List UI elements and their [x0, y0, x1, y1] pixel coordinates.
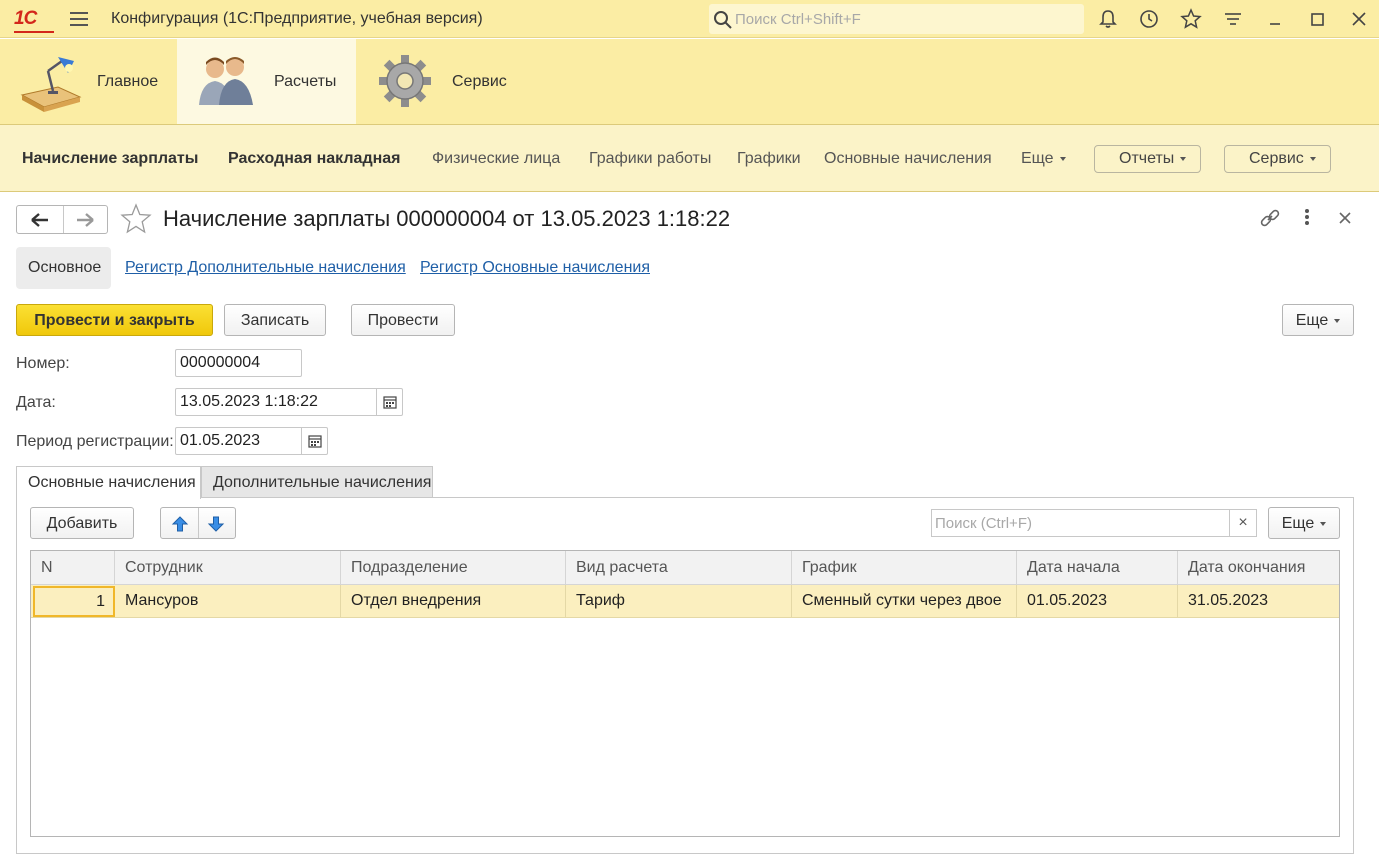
cell-department[interactable]: Отдел внедрения — [341, 585, 566, 618]
app-title: Конфигурация (1С:Предприятие, учебная ве… — [111, 10, 483, 27]
period-calendar-button[interactable] — [301, 428, 327, 454]
table-search-input[interactable]: Поиск (Ctrl+F) × — [931, 509, 1257, 537]
section-service-label: Сервис — [452, 73, 507, 90]
nav-more[interactable]: Еще — [1021, 150, 1066, 168]
save-button[interactable]: Записать — [224, 304, 326, 336]
accruals-table: N Сотрудник Подразделение Вид расчета Гр… — [30, 550, 1340, 837]
back-arrow-icon[interactable] — [30, 212, 50, 228]
column-header-schedule[interactable]: График — [792, 551, 1017, 585]
clear-search-icon[interactable]: × — [1229, 510, 1256, 536]
nav-payroll[interactable]: Начисление зарплаты — [22, 150, 198, 168]
nav-invoice[interactable]: Расходная накладная — [228, 150, 401, 168]
tab-main-form[interactable]: Основное — [16, 247, 111, 289]
service-button[interactable]: Сервис — [1224, 145, 1331, 173]
table-search-placeholder: Поиск (Ctrl+F) — [935, 515, 1032, 532]
chevron-down-icon — [1320, 521, 1327, 526]
table-row[interactable]: 1 Мансуров Отдел внедрения Тариф Сменный… — [31, 585, 1339, 618]
function-bar: Начисление зарплаты Расходная накладная … — [0, 125, 1379, 192]
more-vertical-icon[interactable] — [1296, 207, 1318, 229]
bell-icon[interactable] — [1097, 8, 1119, 30]
tab-basic-accruals[interactable]: Основные начисления — [16, 466, 201, 499]
maximize-icon[interactable] — [1306, 8, 1328, 30]
period-label: Период регистрации: — [16, 433, 174, 450]
chevron-down-icon — [1180, 156, 1187, 161]
forward-arrow-icon[interactable] — [75, 212, 95, 228]
functions-menu-icon[interactable] — [1222, 8, 1244, 30]
favorites-star-icon[interactable] — [1180, 8, 1202, 30]
calendar-icon — [308, 435, 322, 448]
document-title: Начисление зарплаты 000000004 от 13.05.2… — [163, 206, 731, 231]
date-field[interactable]: 13.05.2023 1:18:22 — [175, 388, 403, 416]
people-icon — [199, 57, 253, 105]
column-header-n[interactable]: N — [31, 551, 115, 585]
table-more-label: Еще — [1281, 515, 1315, 532]
section-main-label: Главное — [97, 73, 159, 90]
date-calendar-button[interactable] — [376, 389, 402, 415]
nav-more-label: Еще — [1021, 150, 1054, 167]
nav-work-schedules[interactable]: Графики работы — [589, 150, 711, 168]
period-field-value: 01.05.2023 — [180, 432, 261, 449]
date-label: Дата: — [16, 394, 56, 411]
cell-start-date[interactable]: 01.05.2023 — [1017, 585, 1178, 618]
global-search-input[interactable]: Поиск Ctrl+Shift+F — [709, 4, 1084, 34]
column-header-employee[interactable]: Сотрудник — [115, 551, 341, 585]
date-field-value: 13.05.2023 1:18:22 — [180, 393, 318, 410]
table-more-button[interactable]: Еще — [1268, 507, 1340, 539]
period-field[interactable]: 01.05.2023 — [175, 427, 328, 455]
post-and-close-button[interactable]: Провести и закрыть — [16, 304, 213, 336]
arrow-down-icon[interactable] — [207, 515, 225, 533]
number-field[interactable]: 000000004 — [175, 349, 302, 377]
link-icon[interactable] — [1259, 207, 1281, 229]
document-form: Начисление зарплаты 000000004 от 13.05.2… — [0, 193, 1379, 864]
gear-icon — [379, 55, 431, 107]
service-button-label: Сервис — [1249, 150, 1304, 167]
cell-end-date[interactable]: 31.05.2023 — [1178, 585, 1339, 618]
reports-button-label: Отчеты — [1119, 150, 1175, 167]
cell-schedule[interactable]: Сменный сутки через двое — [792, 585, 1017, 618]
close-window-icon[interactable] — [1348, 8, 1370, 30]
section-service[interactable]: Сервис — [357, 39, 527, 124]
favorite-star-icon[interactable] — [120, 203, 152, 235]
cell-n[interactable]: 1 — [33, 586, 115, 617]
nav-individuals[interactable]: Физические лица — [432, 150, 560, 168]
post-button[interactable]: Провести — [351, 304, 455, 336]
column-header-end-date[interactable]: Дата окончания — [1178, 551, 1339, 585]
column-header-calc-type[interactable]: Вид расчета — [566, 551, 792, 585]
move-row-buttons — [160, 507, 236, 539]
form-more-label: Еще — [1295, 312, 1329, 329]
nav-schedules[interactable]: Графики — [737, 150, 801, 168]
add-row-button[interactable]: Добавить — [30, 507, 134, 539]
desk-lamp-icon — [20, 57, 82, 112]
minimize-icon[interactable] — [1264, 8, 1286, 30]
history-icon[interactable] — [1138, 8, 1160, 30]
1c-logo[interactable]: 1С — [14, 8, 54, 33]
form-more-button[interactable]: Еще — [1282, 304, 1354, 336]
section-calculations[interactable]: Расчеты — [177, 39, 356, 124]
sections-panel: Главное Расчеты Сервис — [0, 39, 1379, 125]
cell-employee[interactable]: Мансуров — [115, 585, 341, 618]
link-register-additional[interactable]: Регистр Дополнительные начисления — [125, 259, 406, 277]
column-header-start-date[interactable]: Дата начала — [1017, 551, 1178, 585]
nav-basic-accruals[interactable]: Основные начисления — [824, 150, 992, 168]
cell-calc-type[interactable]: Тариф — [566, 585, 792, 618]
column-header-department[interactable]: Подразделение — [341, 551, 566, 585]
chevron-down-icon — [1309, 156, 1316, 161]
search-icon — [714, 11, 732, 29]
chevron-down-icon — [1059, 156, 1066, 161]
number-label: Номер: — [16, 355, 70, 372]
title-bar: 1С Конфигурация (1С:Предприятие, учебная… — [0, 0, 1379, 38]
tab-additional-accruals[interactable]: Дополнительные начисления — [201, 466, 433, 498]
calendar-icon — [383, 396, 397, 409]
reports-button[interactable]: Отчеты — [1094, 145, 1201, 173]
section-main[interactable]: Главное — [0, 39, 176, 124]
link-register-basic[interactable]: Регистр Основные начисления — [420, 259, 650, 277]
main-menu-icon[interactable] — [70, 12, 88, 26]
history-nav — [16, 205, 108, 234]
global-search-placeholder: Поиск Ctrl+Shift+F — [735, 11, 861, 28]
arrow-up-icon[interactable] — [171, 515, 189, 533]
close-form-icon[interactable] — [1336, 209, 1354, 227]
chevron-down-icon — [1334, 318, 1341, 323]
table-header: N Сотрудник Подразделение Вид расчета Гр… — [31, 551, 1339, 585]
section-calculations-label: Расчеты — [274, 73, 337, 90]
